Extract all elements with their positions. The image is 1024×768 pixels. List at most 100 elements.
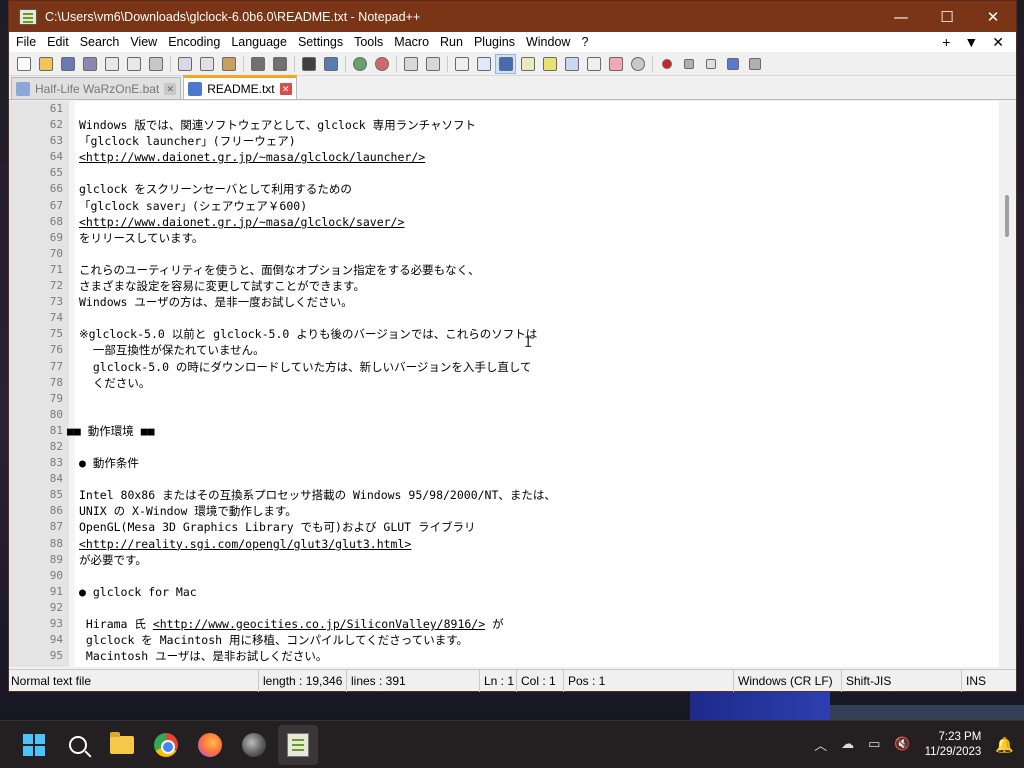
open-file-icon[interactable]	[35, 54, 56, 74]
clock[interactable]: 7:23 PM 11/29/2023	[925, 730, 982, 760]
title-bar[interactable]: C:\Users\vm6\Downloads\glclock-6.0b6.0\R…	[9, 1, 1016, 32]
menu-language[interactable]: Language	[227, 35, 294, 49]
editor-area: 61 62 63 64 65 66 67 68 69 70 71 72 73 74 75 76 77 78 79 80…	[9, 101, 1016, 667]
search-icon	[69, 735, 87, 754]
record-macro-icon[interactable]	[656, 54, 677, 74]
find-icon[interactable]	[298, 54, 319, 74]
line-number: 62	[49, 118, 63, 132]
doc-list-icon[interactable]	[561, 54, 582, 74]
new-tab-icon[interactable]: +	[942, 34, 950, 51]
hyperlink[interactable]: <http://www.geocities.co.jp/SiliconValle…	[153, 617, 485, 631]
line-number-gutter: 61 62 63 64 65 66 67 68 69 70 71 72 73 74 75 76 77 78 79 80…	[9, 101, 69, 667]
text-line: 「glclock saver」(シェアウェア￥600)	[79, 198, 308, 213]
save-all-icon[interactable]	[79, 54, 100, 74]
new-file-icon[interactable]	[13, 54, 34, 74]
text-line: Windows 版では、関連ソフトウェアとして、glclock 専用ランチャソフ…	[79, 118, 477, 133]
close-all-icon[interactable]	[123, 54, 144, 74]
text-editor[interactable]: I Windows 版では、関連ソフトウェアとして、glclock 専用ランチャ…	[67, 101, 999, 667]
show-all-chars-icon[interactable]	[473, 54, 494, 74]
maximize-button[interactable]: ☐	[924, 1, 970, 32]
scrollbar-thumb[interactable]	[1005, 195, 1009, 237]
save-icon[interactable]	[57, 54, 78, 74]
redo-icon[interactable]	[269, 54, 290, 74]
run-macro-multiple-icon[interactable]	[722, 54, 743, 74]
text-line: ● 動作条件	[79, 456, 139, 471]
cut-icon[interactable]	[174, 54, 195, 74]
menu-tools[interactable]: Tools	[350, 35, 390, 49]
menu-search[interactable]: Search	[76, 35, 127, 49]
save-macro-icon[interactable]	[744, 54, 765, 74]
close-tab-icon[interactable]: ✕	[992, 34, 1004, 51]
menu-macro[interactable]: Macro	[390, 35, 436, 49]
status-eol[interactable]: Windows (CR LF)	[734, 669, 842, 692]
menu-encoding[interactable]: Encoding	[164, 35, 227, 49]
line-number: 83	[49, 456, 63, 470]
search-button[interactable]	[58, 725, 98, 765]
undo-icon[interactable]	[247, 54, 268, 74]
start-button[interactable]	[14, 725, 54, 765]
monitoring-icon[interactable]	[627, 54, 648, 74]
sync-vertical-icon[interactable]	[400, 54, 421, 74]
line-number: 66	[49, 182, 63, 196]
minimize-button[interactable]: —	[878, 1, 924, 32]
word-wrap-icon[interactable]	[451, 54, 472, 74]
system-tray: ︿ ☁ ▭ 🔇 7:23 PM 11/29/2023 🔔	[814, 730, 1024, 760]
line-number: 93	[49, 617, 63, 630]
doc-map-icon[interactable]	[539, 54, 560, 74]
paste-icon[interactable]	[218, 54, 239, 74]
status-insert-mode[interactable]: INS	[962, 670, 1012, 692]
zoom-out-icon[interactable]	[371, 54, 392, 74]
tab-close-icon[interactable]: ✕	[279, 82, 292, 95]
line-number: 90	[49, 568, 63, 582]
tab-label: README.txt	[207, 81, 275, 96]
firefox-button[interactable]	[190, 725, 230, 765]
line-number: 71	[49, 262, 63, 276]
zoom-in-icon[interactable]	[349, 54, 370, 74]
udl-icon[interactable]	[517, 54, 538, 74]
menu-run[interactable]: Run	[436, 35, 470, 49]
copy-icon[interactable]	[196, 54, 217, 74]
notification-bell-icon[interactable]: 🔔	[995, 736, 1014, 754]
steam-button[interactable]	[234, 725, 274, 765]
close-button[interactable]: ✕	[970, 1, 1016, 32]
tab-readme-txt[interactable]: README.txt ✕	[183, 75, 297, 99]
line-number: 69	[49, 230, 63, 244]
file-icon	[16, 81, 30, 96]
volume-muted-icon[interactable]: 🔇	[894, 737, 910, 752]
text-line: UNIX の X-Window 環境で動作します。	[79, 504, 297, 519]
text-line: Macintosh ユーザは、是非お試しください。	[79, 649, 328, 664]
status-encoding[interactable]: Shift-JIS	[842, 669, 962, 692]
menu-settings[interactable]: Settings	[294, 35, 350, 49]
menu-edit[interactable]: Edit	[43, 35, 76, 49]
print-icon[interactable]	[145, 54, 166, 74]
stop-macro-icon[interactable]	[678, 54, 699, 74]
tablet-mode-icon[interactable]: ▭	[868, 737, 880, 752]
function-list-icon[interactable]	[583, 54, 604, 74]
menu-help[interactable]: ?	[577, 35, 595, 49]
menu-view[interactable]: View	[126, 35, 164, 49]
close-file-icon[interactable]	[101, 54, 122, 74]
menu-window[interactable]: Window	[522, 35, 577, 49]
tab-label: Half-Life WaRzOnE.bat	[35, 81, 160, 96]
tab-list-icon[interactable]: ▼	[964, 34, 978, 51]
menu-plugins[interactable]: Plugins	[470, 35, 522, 49]
file-explorer-button[interactable]	[102, 725, 142, 765]
indent-guide-icon[interactable]	[495, 53, 516, 74]
toolbar	[9, 52, 1016, 76]
play-macro-icon[interactable]	[700, 54, 721, 74]
network-off-icon[interactable]: ☁	[841, 737, 854, 752]
chrome-button[interactable]	[146, 725, 186, 765]
vertical-scrollbar[interactable]	[999, 101, 1016, 667]
notepadpp-icon[interactable]	[19, 8, 37, 25]
chevron-up-icon[interactable]: ︿	[814, 735, 827, 754]
line-number: 88	[49, 536, 63, 550]
status-lines: lines : 391	[347, 669, 480, 692]
menu-file[interactable]: File	[12, 35, 43, 49]
line-number: 67	[49, 198, 63, 212]
tab-close-icon[interactable]: ✕	[164, 82, 177, 95]
folder-workspace-icon[interactable]	[605, 54, 626, 74]
sync-horizontal-icon[interactable]	[422, 54, 443, 74]
notepadpp-taskbar-button[interactable]	[278, 724, 318, 765]
tab-half-life-bat[interactable]: Half-Life WaRzOnE.bat ✕	[11, 77, 182, 99]
replace-icon[interactable]	[320, 54, 341, 74]
